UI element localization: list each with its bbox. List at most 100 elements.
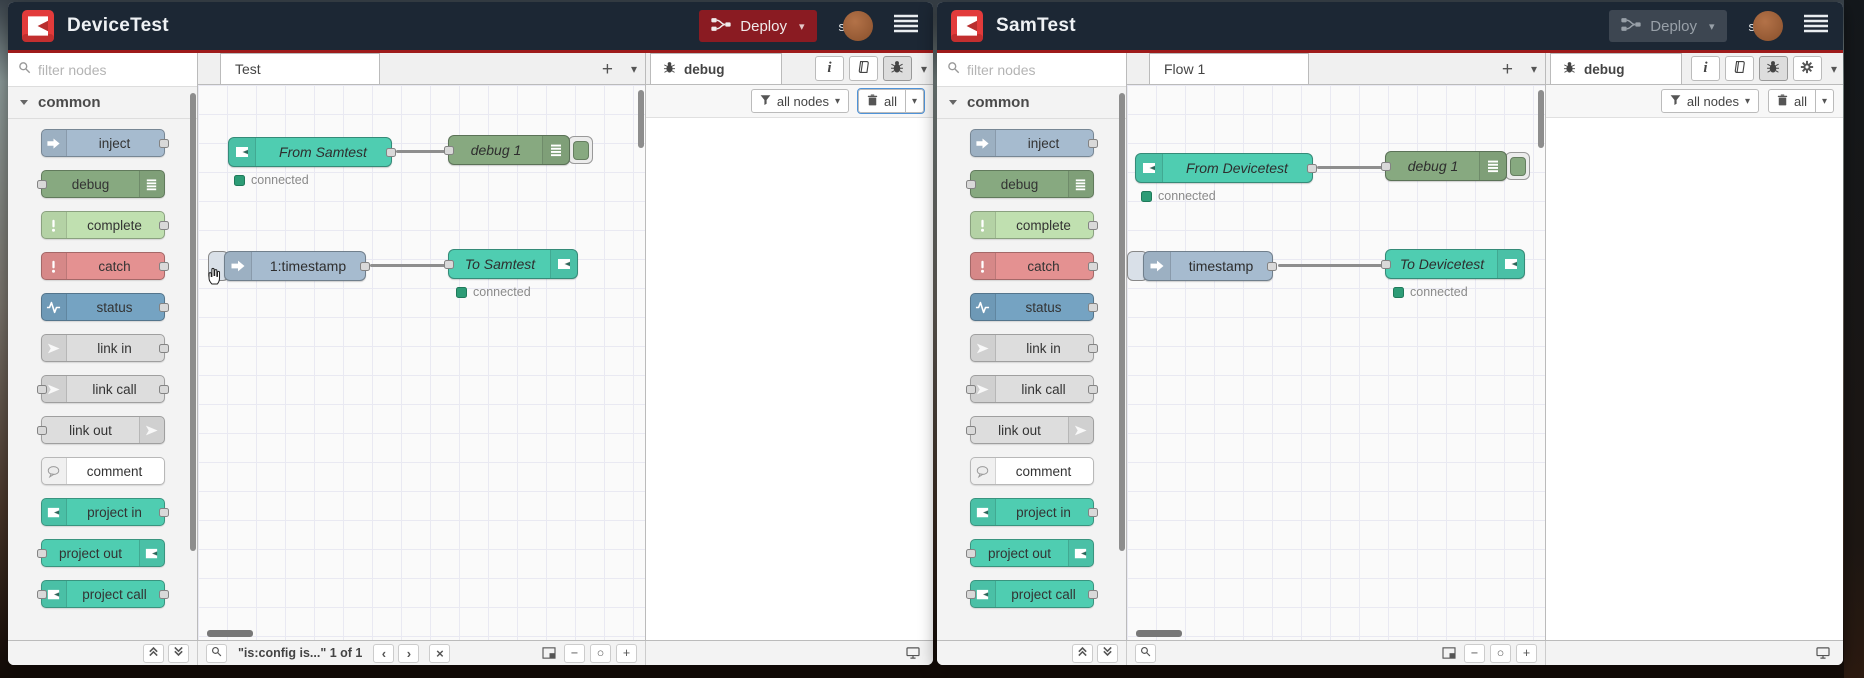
node-output-port[interactable] [158,508,169,517]
help-book-button[interactable] [1724,56,1754,81]
palette-search[interactable] [8,53,219,87]
palette-collapse-all-button[interactable] [143,643,164,663]
palette-node[interactable]: link out [36,416,165,444]
node-input-port[interactable] [965,180,976,189]
zoom-out-button[interactable]: − [564,643,585,663]
node-output-port[interactable] [158,590,169,599]
node-output-port[interactable] [386,148,396,157]
node-output-port[interactable] [1087,508,1098,517]
search-prev-button[interactable]: ‹ [373,643,395,663]
node-input-port[interactable] [1381,260,1391,269]
node-input-port[interactable] [444,260,454,269]
workspace-vertical-scrollbar[interactable] [638,90,644,148]
navigator-toggle-icon[interactable] [539,647,559,659]
add-flow-button[interactable]: + [598,58,617,81]
palette-node[interactable]: status [40,293,169,321]
search-flows-button[interactable] [1135,643,1156,663]
flow-node-debug[interactable]: debug 1 [444,135,570,165]
workspace-horizontal-scrollbar[interactable] [207,630,253,637]
node-input-port[interactable] [36,549,47,558]
avatar[interactable] [843,11,873,41]
node-output-port[interactable] [158,385,169,394]
palette-node[interactable]: project out [965,539,1094,567]
palette-node[interactable]: inject [40,129,169,157]
flow-node-project-out[interactable]: To Samtest [444,249,578,279]
flow-canvas[interactable]: From Samtest debug 1 connected 1:timesta… [198,85,645,640]
node-output-port[interactable] [158,139,169,148]
clear-all-button[interactable]: all [857,89,906,113]
node-output-port[interactable] [158,262,169,271]
flow-node-inject[interactable]: 1:timestamp [224,251,370,281]
palette-node[interactable]: link in [969,334,1098,362]
palette-node[interactable]: project out [36,539,165,567]
palette-node[interactable]: complete [40,211,169,239]
palette-node[interactable]: status [969,293,1098,321]
node-output-port[interactable] [158,344,169,353]
zoom-in-button[interactable]: + [616,643,637,663]
palette-category-common[interactable]: common [937,87,1126,119]
node-output-port[interactable] [158,303,169,312]
node-output-port[interactable] [1087,221,1098,230]
flow-node-project-in[interactable]: From Samtest [228,137,396,167]
node-input-port[interactable] [965,590,976,599]
palette-search-input[interactable] [38,61,219,78]
node-output-port[interactable] [360,262,370,271]
palette-node[interactable]: complete [969,211,1098,239]
palette-node[interactable]: project in [969,498,1098,526]
node-input-port[interactable] [36,180,47,189]
palette-node[interactable]: link call [36,375,169,403]
node-output-port[interactable] [1087,385,1098,394]
palette-node[interactable]: link in [40,334,169,362]
zoom-reset-button[interactable]: ○ [590,643,611,663]
palette-node[interactable]: link out [965,416,1094,444]
node-input-port[interactable] [36,590,47,599]
flow-list-caret-icon[interactable]: ▾ [631,62,637,76]
avatar[interactable] [1753,11,1783,41]
open-debug-window-icon[interactable] [903,647,923,659]
tab-debug[interactable]: debug [650,53,782,84]
hamburger-menu-icon[interactable] [893,14,919,38]
flow-tab[interactable]: Test [220,53,380,84]
flow-tab[interactable]: Flow 1 [1149,53,1309,84]
palette-node[interactable]: project in [40,498,169,526]
palette-node[interactable]: debug [965,170,1094,198]
debug-toggle-button[interactable] [568,136,593,164]
tab-debug[interactable]: debug [1550,53,1682,84]
node-input-port[interactable] [1381,162,1391,171]
node-output-port[interactable] [1087,139,1098,148]
node-output-port[interactable] [1087,590,1098,599]
palette-scrollbar[interactable] [190,93,196,551]
node-input-port[interactable] [965,385,976,394]
add-flow-button[interactable]: + [1498,58,1517,81]
palette-category-common[interactable]: common [8,87,197,119]
sidebar-menu-caret-icon[interactable]: ▾ [921,62,927,76]
workspace-horizontal-scrollbar[interactable] [1136,630,1182,637]
node-input-port[interactable] [965,426,976,435]
palette-node[interactable]: project call [36,580,169,608]
node-input-port[interactable] [36,385,47,394]
flow-list-caret-icon[interactable]: ▾ [1531,62,1537,76]
clear-options-caret[interactable]: ▾ [1816,89,1834,113]
node-input-port[interactable] [36,426,47,435]
flow-node-inject[interactable]: timestamp [1143,251,1277,281]
palette-node[interactable]: project call [965,580,1098,608]
palette-node[interactable]: debug [36,170,165,198]
node-output-port[interactable] [1087,344,1098,353]
palette-expand-all-button[interactable] [168,643,189,663]
palette-search-input[interactable] [967,61,1148,78]
config-nodes-button[interactable] [1792,56,1822,81]
filter-nodes-button[interactable]: all nodes ▾ [750,89,849,113]
navigator-toggle-icon[interactable] [1439,647,1459,659]
deploy-caret-icon[interactable]: ▾ [799,20,805,33]
node-output-port[interactable] [1087,262,1098,271]
palette-node[interactable]: catch [40,252,169,280]
flow-canvas[interactable]: From Devicetest debug 1 connected timest… [1127,85,1545,640]
deploy-caret-icon[interactable]: ▾ [1709,20,1715,33]
sidebar-menu-caret-icon[interactable]: ▾ [1831,62,1837,76]
hamburger-menu-icon[interactable] [1803,14,1829,38]
info-button[interactable]: i [1690,56,1720,81]
palette-node[interactable]: comment [40,457,165,485]
deploy-button[interactable]: Deploy ▾ [699,10,817,42]
node-output-port[interactable] [1087,303,1098,312]
node-output-port[interactable] [158,221,169,230]
